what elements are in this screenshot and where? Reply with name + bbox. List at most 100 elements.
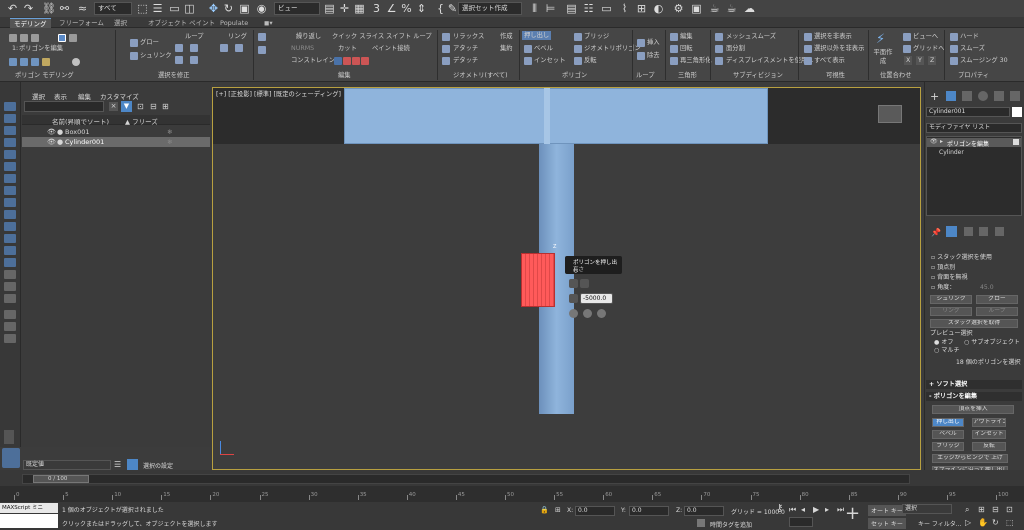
window-crossing-icon[interactable]: ◫ xyxy=(183,2,196,15)
extrude-cp-button[interactable]: 押し出し xyxy=(932,418,964,427)
display-shapes-icon[interactable] xyxy=(4,138,16,147)
render-frame-icon[interactable]: ▣ xyxy=(690,2,703,15)
percent-snap-icon[interactable]: % xyxy=(400,2,413,15)
nurms-button[interactable]: NURMS xyxy=(291,44,314,53)
tab-selection[interactable]: 選択 xyxy=(110,18,131,28)
maxscript-input[interactable] xyxy=(0,514,58,528)
stack-item-edit-poly[interactable]: 👁 ▸ ポリゴンを編集 xyxy=(927,138,1021,148)
selected-polygons[interactable] xyxy=(521,253,555,307)
detach-button[interactable]: デタッチ xyxy=(453,56,478,65)
motion-tab-icon[interactable] xyxy=(978,91,988,101)
loop-mode-icon[interactable] xyxy=(175,44,183,52)
element-icon[interactable] xyxy=(69,34,77,42)
redo-icon[interactable]: ↷ xyxy=(22,2,35,15)
unhide-all-button[interactable]: すべて表示 xyxy=(814,56,845,65)
viewcube[interactable] xyxy=(878,105,902,123)
smooth-button[interactable]: スムーズ xyxy=(960,44,985,53)
group-label-modify-selection[interactable]: 選択を修正 xyxy=(158,71,189,80)
use-stack-selection-checkbox[interactable]: ▫ スタック選択を使用 xyxy=(931,254,992,262)
collapse-stack-icon[interactable] xyxy=(42,58,50,66)
pin-icon[interactable]: 📌 xyxy=(931,228,941,237)
hierarchy-tab-icon[interactable] xyxy=(962,91,972,101)
modifier-stack-label[interactable]: 1: xyxy=(12,44,18,53)
flip-icon[interactable] xyxy=(574,57,582,65)
insert-loop-button[interactable]: 挿入 xyxy=(647,38,660,47)
reference-coord-dropdown[interactable]: ビュー xyxy=(274,2,320,15)
soft-selection-rollout[interactable]: + ソフト選択 xyxy=(926,380,1022,389)
display-geometry-icon[interactable] xyxy=(4,126,16,135)
curve-editor-icon[interactable]: ⌇ xyxy=(618,2,631,15)
inset-cp-button[interactable]: インセット xyxy=(972,430,1006,439)
view-align-button[interactable]: ビューへ xyxy=(913,32,938,41)
display-all-icon[interactable] xyxy=(4,114,16,123)
stack-expand-icon[interactable]: ▸ xyxy=(940,138,943,145)
display-none-toggle-icon[interactable] xyxy=(4,282,16,291)
caddy-type-icon[interactable] xyxy=(569,279,578,288)
box-object[interactable] xyxy=(344,88,768,144)
constraint-none-icon[interactable] xyxy=(334,57,342,65)
display-none-icon[interactable] xyxy=(4,102,16,111)
key-selection-value[interactable]: 選択 xyxy=(905,505,917,512)
mirror-icon[interactable]: ⫴ xyxy=(528,2,541,15)
pan-icon[interactable]: ✋ xyxy=(978,518,988,527)
insert-vertex-button[interactable]: 頂点を挿入 xyxy=(932,405,1014,414)
remove-loop-button[interactable]: 除去 xyxy=(647,51,660,60)
meshsmooth-icon[interactable] xyxy=(715,33,723,41)
object-color-swatch[interactable] xyxy=(1012,107,1022,117)
display-xrefs-icon[interactable] xyxy=(4,210,16,219)
viewport[interactable]: Z ポリゴンを押し出し 高さ -5000.0 xyxy=(212,87,921,470)
key-icon[interactable]: ⚷ xyxy=(776,503,783,514)
tab-object-paint[interactable]: オブジェクト ペイント xyxy=(144,18,219,28)
configure-sets-icon[interactable] xyxy=(995,227,1004,236)
loop-sel-button[interactable]: ループ xyxy=(976,307,1018,316)
shrink-sel-button[interactable]: シュリンク xyxy=(930,295,972,304)
preview-off-radio[interactable]: ● オフ xyxy=(934,339,953,347)
group-label-geometry[interactable]: ジオメトリ(すべて) xyxy=(453,71,508,80)
ribbon-toggle-icon[interactable]: ▭ xyxy=(600,2,613,15)
zoom-all-icon[interactable]: ⊞ xyxy=(978,505,985,514)
meshsmooth-button[interactable]: メッシュスムーズ xyxy=(726,32,776,41)
loop-shrink-icon[interactable] xyxy=(175,56,183,64)
undo-icon[interactable]: ↶ xyxy=(6,2,19,15)
hard-button[interactable]: ハード xyxy=(960,32,979,41)
show-end-result-icon[interactable] xyxy=(20,58,28,66)
maxscript-listener[interactable]: MAXScript ミニ xyxy=(0,503,58,513)
shrink-icon[interactable] xyxy=(130,52,138,60)
loop-button[interactable]: ループ xyxy=(185,32,204,41)
modify-tab-icon[interactable] xyxy=(946,91,956,101)
view-align-icon[interactable] xyxy=(903,33,911,41)
snap-3-icon[interactable]: 3 xyxy=(370,2,383,15)
pin-stack-icon[interactable] xyxy=(9,58,17,66)
modifier-list-dropdown[interactable]: モディファイヤ リスト xyxy=(926,123,1022,133)
display-groups-icon[interactable] xyxy=(4,198,16,207)
geopoly-icon[interactable] xyxy=(574,45,582,53)
scale-icon[interactable]: ▣ xyxy=(238,2,251,15)
flip-cp-button[interactable]: 反転 xyxy=(972,442,1006,451)
ignore-backface-checkbox[interactable]: ▫ 背面を無視 xyxy=(931,274,968,282)
nurms-icon[interactable] xyxy=(258,46,266,54)
bridge-icon[interactable] xyxy=(574,33,582,41)
group-label-polygon-modeling[interactable]: ポリゴン モデリング xyxy=(15,71,74,80)
quickslice-button[interactable]: クイック スライス xyxy=(332,32,384,41)
extrude-button[interactable]: 押し出し xyxy=(522,31,552,40)
z-coord-value[interactable]: 0.0 xyxy=(687,507,697,514)
prev-frame-icon[interactable]: ◂ xyxy=(801,505,805,514)
display-all-toggle-icon[interactable] xyxy=(4,270,16,279)
get-stack-selection-button[interactable]: スタック選択を取得 xyxy=(930,319,1018,328)
explorer-scroll-handle[interactable] xyxy=(4,430,14,444)
selection-filter-dropdown[interactable]: すべて xyxy=(94,2,132,15)
loop-select-icon[interactable] xyxy=(190,56,198,64)
angle-value[interactable]: 45.0 xyxy=(980,284,994,292)
detach-icon[interactable] xyxy=(442,57,450,65)
next-frame-icon[interactable]: ▸ xyxy=(825,505,829,514)
collapse-button[interactable]: 集約 xyxy=(500,44,513,53)
ribbon-options-icon[interactable]: ◼▾ xyxy=(260,18,277,28)
key-selection-dropdown[interactable]: 選択 xyxy=(902,504,952,514)
display-frozen-icon[interactable] xyxy=(4,246,16,255)
time-tag-icon[interactable] xyxy=(697,519,705,527)
explorer-menu-customize[interactable]: カスタマイズ xyxy=(100,91,139,101)
remove-modifier-icon[interactable] xyxy=(979,227,988,236)
rotate-icon[interactable]: ↻ xyxy=(222,2,235,15)
invert-display-icon[interactable] xyxy=(4,294,16,303)
align-x-button[interactable]: X xyxy=(904,56,913,65)
